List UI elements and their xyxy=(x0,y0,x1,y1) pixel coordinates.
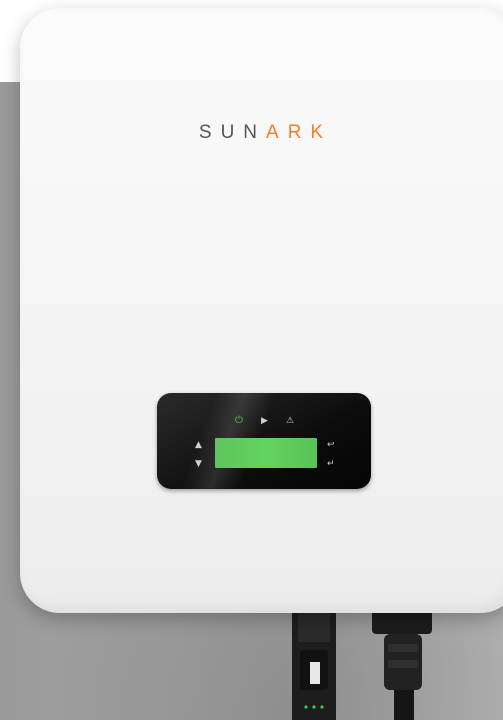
logo-prefix: SUN xyxy=(198,122,267,143)
down-arrow-icon[interactable]: ▼ xyxy=(195,459,202,469)
alarm-icon: ⚠ xyxy=(286,416,295,426)
ac-cable-gland xyxy=(372,600,432,720)
inverter-housing xyxy=(20,8,503,613)
enter-icon[interactable]: ↵ xyxy=(327,459,335,469)
power-icon: ⏻ xyxy=(235,415,243,426)
logo-accent: ARK xyxy=(266,122,333,143)
control-panel: ⏻ ▶ ⚠ ▲ ▼ ↩ ↵ xyxy=(157,393,371,489)
up-arrow-icon[interactable]: ▲ xyxy=(195,440,202,450)
brand-logo: SUNARK xyxy=(14,122,503,144)
run-icon: ▶ xyxy=(261,416,268,426)
dc-connector-left xyxy=(292,600,336,720)
back-icon[interactable]: ↩ xyxy=(327,440,335,450)
lcd-display xyxy=(215,438,317,468)
